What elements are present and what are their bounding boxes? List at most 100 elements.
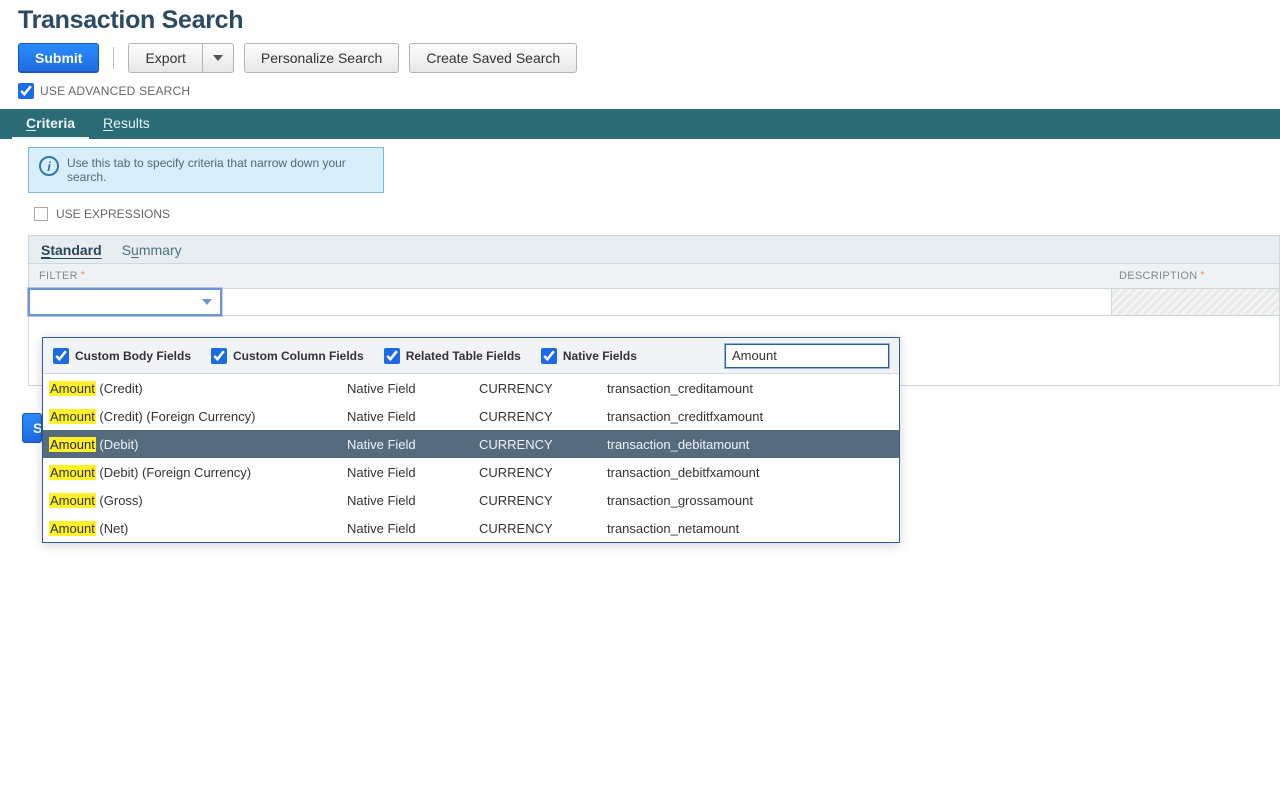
- criteria-hint: i Use this tab to specify criteria that …: [28, 147, 384, 193]
- field-id-cell: transaction_netamount: [607, 521, 895, 536]
- tab-hotkey-letter: C: [26, 115, 36, 131]
- filter-custom-column-label: Custom Column Fields: [233, 349, 364, 363]
- field-datatype-cell: CURRENCY: [479, 409, 607, 424]
- subtab-rest: mmary: [139, 242, 182, 258]
- field-picker-toolbar: Custom Body Fields Custom Column Fields …: [43, 338, 899, 374]
- field-name-cell: Amount (Debit) (Foreign Currency): [47, 465, 347, 480]
- top-toolbar: Submit Export Personalize Search Create …: [0, 43, 1280, 83]
- field-name-rest: (Credit) (Foreign Currency): [96, 409, 256, 424]
- field-picker-row[interactable]: Amount (Credit) (Foreign Currency)Native…: [43, 402, 899, 430]
- field-type-cell: Native Field: [347, 437, 479, 452]
- filter-custom-column-group[interactable]: Custom Column Fields: [211, 348, 364, 364]
- field-name-cell: Amount (Net): [47, 521, 347, 536]
- field-type-cell: Native Field: [347, 381, 479, 396]
- criteria-hint-text: Use this tab to specify criteria that na…: [67, 156, 373, 184]
- filter-custom-body-checkbox[interactable]: [53, 348, 69, 364]
- field-name-cell: Amount (Credit) (Foreign Currency): [47, 409, 347, 424]
- field-name-rest: (Debit): [96, 437, 139, 452]
- submit-fragment-letter: S: [33, 420, 42, 436]
- field-name-cell: Amount (Debit): [47, 437, 347, 452]
- field-picker-dropdown: Custom Body Fields Custom Column Fields …: [42, 337, 900, 543]
- create-saved-search-button[interactable]: Create Saved Search: [409, 43, 577, 73]
- highlight-term: Amount: [49, 493, 96, 508]
- use-expressions-row: USE EXPRESSIONS: [0, 193, 1280, 231]
- criteria-results-tabs: Criteria Results: [0, 109, 1280, 139]
- highlight-term: Amount: [49, 465, 96, 480]
- field-type-cell: Native Field: [347, 521, 479, 536]
- field-picker-row[interactable]: Amount (Credit)Native FieldCURRENCYtrans…: [43, 374, 899, 402]
- highlight-term: Amount: [49, 381, 96, 396]
- filter-custom-body-label: Custom Body Fields: [75, 349, 191, 363]
- toolbar-separator: [113, 47, 114, 69]
- field-datatype-cell: CURRENCY: [479, 493, 607, 508]
- criteria-subtabs: Standard Summary: [28, 235, 1280, 263]
- subtab-hot: S: [41, 242, 50, 258]
- use-expressions-checkbox[interactable]: [34, 207, 48, 221]
- caret-down-icon: [213, 55, 223, 61]
- field-name-rest: (Credit): [96, 381, 143, 396]
- required-star-icon: *: [1200, 270, 1204, 281]
- personalize-search-button[interactable]: Personalize Search: [244, 43, 399, 73]
- subtab-rest: tandard: [50, 242, 101, 258]
- filter-field-select[interactable]: [28, 288, 222, 316]
- subtab-pre: S: [122, 242, 131, 258]
- use-advanced-search-checkbox[interactable]: [18, 83, 34, 99]
- hidden-submit-fragment[interactable]: S: [22, 413, 42, 443]
- subtab-hot: u: [131, 242, 139, 258]
- tab-criteria[interactable]: Criteria: [12, 109, 89, 139]
- tab-rest: esults: [113, 115, 150, 131]
- use-advanced-search-label: USE ADVANCED SEARCH: [40, 84, 190, 98]
- submit-button[interactable]: Submit: [18, 43, 99, 73]
- field-id-cell: transaction_grossamount: [607, 493, 895, 508]
- filter-native-fields-checkbox[interactable]: [541, 348, 557, 364]
- field-datatype-cell: CURRENCY: [479, 465, 607, 480]
- tab-rest: riteria: [36, 115, 75, 131]
- field-picker-row[interactable]: Amount (Debit)Native FieldCURRENCYtransa…: [43, 430, 899, 458]
- tab-hotkey-letter: R: [103, 115, 113, 131]
- highlight-term: Amount: [49, 521, 96, 536]
- field-picker-results: Amount (Credit)Native FieldCURRENCYtrans…: [43, 374, 899, 542]
- field-name-rest: (Debit) (Foreign Currency): [96, 465, 251, 480]
- tab-results[interactable]: Results: [89, 109, 164, 139]
- field-picker-search-input[interactable]: [725, 344, 889, 368]
- field-name-rest: (Net): [96, 521, 129, 536]
- field-id-cell: transaction_debitamount: [607, 437, 895, 452]
- field-picker-row[interactable]: Amount (Debit) (Foreign Currency)Native …: [43, 458, 899, 486]
- field-name-rest: (Gross): [96, 493, 143, 508]
- highlight-term: Amount: [49, 437, 96, 452]
- filter-headers-row: FILTER* DESCRIPTION*: [28, 263, 1280, 289]
- info-icon: i: [39, 156, 59, 176]
- field-id-cell: transaction_creditamount: [607, 381, 895, 396]
- export-menu-button[interactable]: [202, 43, 234, 73]
- subtab-standard[interactable]: Standard: [41, 242, 102, 258]
- filter-custom-column-checkbox[interactable]: [211, 348, 227, 364]
- filter-related-table-group[interactable]: Related Table Fields: [384, 348, 521, 364]
- field-picker-row[interactable]: Amount (Net)Native FieldCURRENCYtransact…: [43, 514, 899, 542]
- dropdown-triangle-icon: [202, 299, 212, 305]
- filter-custom-body-group[interactable]: Custom Body Fields: [53, 348, 191, 364]
- highlight-term: Amount: [49, 409, 96, 424]
- field-id-cell: transaction_debitfxamount: [607, 465, 895, 480]
- page-title: Transaction Search: [0, 0, 1280, 43]
- header-description: DESCRIPTION: [1119, 270, 1197, 282]
- subtab-summary[interactable]: Summary: [122, 242, 182, 258]
- filter-related-table-checkbox[interactable]: [384, 348, 400, 364]
- required-star-icon: *: [81, 270, 85, 281]
- filter-empty-area: [222, 289, 1111, 315]
- header-filter: FILTER: [39, 270, 78, 282]
- export-button[interactable]: Export: [128, 43, 201, 73]
- field-type-cell: Native Field: [347, 465, 479, 480]
- field-name-cell: Amount (Gross): [47, 493, 347, 508]
- filter-native-fields-group[interactable]: Native Fields: [541, 348, 637, 364]
- filter-native-fields-label: Native Fields: [563, 349, 637, 363]
- field-datatype-cell: CURRENCY: [479, 381, 607, 396]
- use-expressions-label: USE EXPRESSIONS: [56, 207, 170, 221]
- use-advanced-search-row: USE ADVANCED SEARCH: [0, 83, 1280, 99]
- field-datatype-cell: CURRENCY: [479, 437, 607, 452]
- field-picker-row[interactable]: Amount (Gross)Native FieldCURRENCYtransa…: [43, 486, 899, 514]
- filter-input-row: [28, 289, 1280, 316]
- field-type-cell: Native Field: [347, 409, 479, 424]
- filter-description-cell: [1111, 289, 1279, 315]
- field-name-cell: Amount (Credit): [47, 381, 347, 396]
- filter-related-table-label: Related Table Fields: [406, 349, 521, 363]
